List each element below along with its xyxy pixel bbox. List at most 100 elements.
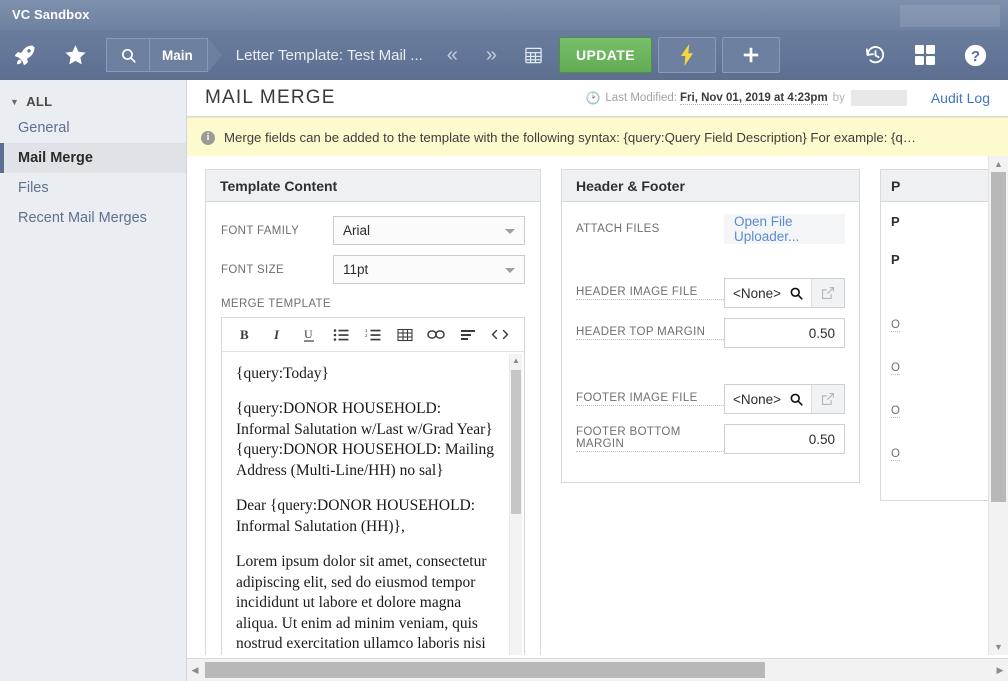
sidebar-group-all[interactable]: ▼ ALL	[0, 90, 186, 113]
merge-template-paragraph: Dear {query:DONOR HOUSEHOLD: Informal Sa…	[236, 496, 498, 537]
bullet-list-icon[interactable]	[328, 323, 354, 347]
page-setup-option: O	[891, 362, 900, 375]
panels-scroll-region: Template Content FONT FAMILY Arial FO	[187, 156, 1008, 655]
merge-fields-notice-text: Merge fields can be added to the templat…	[224, 130, 916, 145]
last-modified-info: 🕑 Last Modified: Fri, Nov 01, 2019 at 4:…	[585, 90, 990, 106]
svg-text:B: B	[240, 327, 249, 342]
apps-grid-icon[interactable]	[900, 30, 950, 80]
main-horizontal-scrollbar[interactable]: ◀ ▶	[187, 658, 1008, 681]
info-icon: i	[201, 131, 215, 145]
footer-bottom-margin-label: FOOTER BOTTOM MARGIN	[576, 426, 724, 452]
audit-log-link[interactable]: Audit Log	[931, 90, 990, 106]
calendar-grid-icon[interactable]	[511, 30, 555, 80]
external-link-icon[interactable]	[811, 279, 844, 307]
header-top-margin-input[interactable]: 0.50	[724, 318, 845, 348]
attach-files-field[interactable]: Open File Uploader...	[724, 214, 845, 244]
footer-image-file-value: <None>	[725, 385, 781, 413]
template-content-panel-body: FONT FAMILY Arial FONT SIZE 11pt	[206, 202, 540, 655]
panel-strip: Template Content FONT FAMILY Arial FO	[187, 156, 1008, 655]
svg-text:?: ?	[970, 47, 979, 64]
plus-icon[interactable]	[722, 37, 780, 73]
link-icon[interactable]	[423, 323, 449, 347]
header-top-margin-label: HEADER TOP MARGIN	[576, 326, 724, 340]
nav-right-group: ?	[850, 30, 1008, 80]
attach-files-row: ATTACH FILES Open File Uploader...	[576, 214, 845, 244]
app-navigation-bar: Main Letter Template: Test Mail ... « » …	[0, 30, 1008, 82]
main-vertical-scrollbar[interactable]: ▲ ▼	[988, 156, 1008, 655]
italic-icon[interactable]: I	[265, 323, 291, 347]
spacer	[576, 358, 845, 384]
breadcrumb-main[interactable]: Main	[149, 38, 208, 72]
header-image-file-lookup[interactable]: <None>	[724, 278, 845, 308]
header-top-margin-row: HEADER TOP MARGIN 0.50	[576, 318, 845, 348]
sidebar-item-recent-mail-merges[interactable]: Recent Mail Merges	[0, 203, 186, 233]
header-image-file-label: HEADER IMAGE FILE	[576, 286, 724, 300]
help-question-icon[interactable]: ?	[950, 30, 1000, 80]
scroll-up-arrow-icon[interactable]: ▲	[989, 156, 1008, 172]
sidebar-item-mail-merge[interactable]: Mail Merge	[0, 143, 186, 173]
content-area: ▼ ALL General Mail Merge Files Recent Ma…	[0, 80, 1008, 681]
svg-text:I: I	[273, 327, 280, 342]
chevron-down-icon	[505, 229, 515, 234]
last-modified-date: Fri, Nov 01, 2019 at 4:23pm	[680, 92, 828, 105]
svg-text:2: 2	[365, 333, 368, 338]
numbered-list-icon[interactable]: 1 2	[360, 323, 386, 347]
sidebar-item-files[interactable]: Files	[0, 173, 186, 203]
nav-prev-button[interactable]: «	[433, 30, 472, 80]
external-link-icon[interactable]	[811, 385, 844, 413]
editor-vertical-scrollbar[interactable]: ▲	[509, 354, 522, 655]
lightning-bolt-icon[interactable]	[658, 37, 716, 73]
font-size-row: FONT SIZE 11pt	[221, 255, 525, 284]
attach-files-label: ATTACH FILES	[576, 223, 724, 235]
last-modified-by-label: by	[833, 92, 845, 104]
scroll-down-arrow-icon[interactable]: ▼	[989, 639, 1008, 655]
scroll-up-arrow-icon[interactable]: ▲	[510, 354, 522, 368]
page-setup-option: O	[891, 448, 900, 461]
magnifier-icon[interactable]	[781, 279, 811, 307]
merge-template-paragraph: {query:DONOR HOUSEHOLD: Informal Salutat…	[236, 399, 498, 481]
footer-image-file-lookup[interactable]: <None>	[724, 384, 845, 414]
table-icon[interactable]	[392, 323, 418, 347]
code-view-icon[interactable]	[487, 323, 513, 347]
font-size-label: FONT SIZE	[221, 264, 333, 276]
merge-template-text-area[interactable]: {query:Today} {query:DONOR HOUSEHOLD: In…	[222, 352, 524, 655]
footer-image-file-row: FOOTER IMAGE FILE <None>	[576, 384, 845, 414]
magnifier-icon[interactable]	[781, 385, 811, 413]
scroll-left-arrow-icon[interactable]: ◀	[187, 659, 203, 681]
footer-bottom-margin-row: FOOTER BOTTOM MARGIN 0.50	[576, 424, 845, 454]
template-content-panel-title: Template Content	[206, 170, 540, 202]
horizontal-scrollbar-thumb[interactable]	[205, 662, 765, 678]
search-icon[interactable]	[106, 38, 149, 72]
scroll-right-arrow-icon[interactable]: ▶	[992, 659, 1008, 681]
sidebar-item-general[interactable]: General	[0, 113, 186, 143]
sidebar-group-all-label: ALL	[26, 94, 52, 109]
history-revert-icon[interactable]	[850, 30, 900, 80]
editor-toolbar: B I U	[222, 318, 524, 352]
clock-icon: 🕑	[585, 92, 600, 104]
page-setup-option: O	[891, 405, 900, 418]
header-image-file-value: <None>	[725, 279, 781, 307]
page-setup-row: P	[891, 214, 997, 229]
footer-bottom-margin-input[interactable]: 0.50	[724, 424, 845, 454]
page-header: MAIL MERGE 🕑 Last Modified: Fri, Nov 01,…	[187, 80, 1008, 117]
align-left-icon[interactable]	[455, 323, 481, 347]
star-icon[interactable]	[50, 30, 100, 80]
breadcrumb-record-title[interactable]: Letter Template: Test Mail ...	[220, 38, 433, 72]
font-size-select[interactable]: 11pt	[333, 255, 525, 284]
editor-scrollbar-thumb[interactable]	[511, 370, 521, 514]
nav-next-button[interactable]: »	[472, 30, 511, 80]
open-file-uploader-link[interactable]: Open File Uploader...	[734, 214, 845, 244]
font-family-select[interactable]: Arial	[333, 216, 525, 245]
merge-template-paragraph: Lorem ipsum dolor sit amet, consectetur …	[236, 552, 498, 655]
update-button[interactable]: UPDATE	[559, 37, 652, 73]
rocket-icon[interactable]	[0, 30, 50, 80]
underline-icon[interactable]: U	[296, 323, 322, 347]
page-setup-option: O	[891, 319, 900, 332]
vertical-scrollbar-thumb[interactable]	[991, 172, 1006, 502]
breadcrumb-separator-icon	[208, 38, 222, 72]
svg-text:U: U	[304, 327, 313, 341]
bold-icon[interactable]: B	[233, 323, 259, 347]
merge-template-paragraph: {query:Today}	[236, 364, 498, 384]
last-modified-label: Last Modified:	[605, 92, 677, 104]
page-title: MAIL MERGE	[205, 87, 336, 109]
